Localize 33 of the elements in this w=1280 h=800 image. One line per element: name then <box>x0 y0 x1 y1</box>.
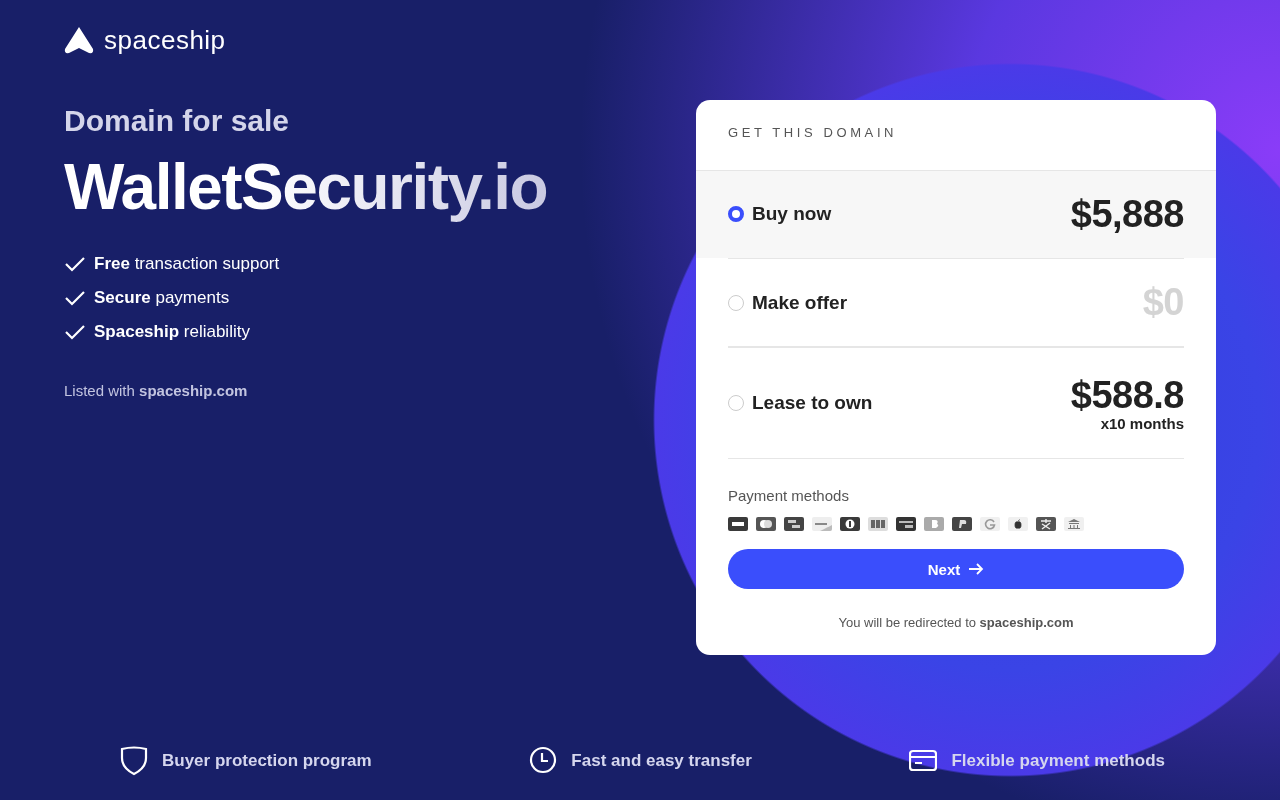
redirect-note: You will be redirected to spaceship.com <box>837 614 1075 632</box>
price-text: $588.8 <box>1070 374 1184 417</box>
eyebrow-heading: Domain for sale <box>64 104 291 138</box>
benefit-text: Secure payments <box>94 288 230 308</box>
check-icon <box>64 256 86 272</box>
benefit-text: Spaceship reliability <box>94 322 250 342</box>
listed-with-text: Listed with spaceship.com <box>64 382 249 399</box>
bitcoin-payment-icon <box>924 517 944 531</box>
check-icon <box>64 324 86 340</box>
feature-text: Buyer protection program <box>162 751 372 771</box>
apple-payment-icon <box>1008 517 1028 531</box>
next-button[interactable]: Next <box>728 549 1184 589</box>
feature-text: Fast and easy transfer <box>571 751 752 771</box>
term-text: x10 months <box>1100 415 1184 432</box>
price-option[interactable]: Buy now $5,888 <box>696 171 1216 258</box>
g-mark-payment-icon <box>980 517 1000 531</box>
check-icon <box>64 290 86 306</box>
feature-text: Flexible payment methods <box>951 751 1165 771</box>
price-text: $5,888 <box>1070 192 1184 236</box>
bank-payment-icon <box>1064 517 1084 531</box>
payment-methods-label: Payment methods <box>728 487 850 504</box>
benefit-text: Free transaction support <box>94 254 280 274</box>
arrow-right-icon <box>968 563 985 575</box>
radio-button[interactable] <box>728 206 744 222</box>
shield-icon <box>120 746 148 776</box>
rocket-logo-icon <box>64 26 94 54</box>
p-mark-payment-icon <box>952 517 972 531</box>
brand-name: spaceship <box>104 24 226 56</box>
price-option[interactable]: Lease to own $588.8 x10 months <box>696 347 1216 459</box>
ring-payment-icon <box>840 517 860 531</box>
two-circles-payment-icon <box>756 517 776 531</box>
glyph-payment-icon <box>1036 517 1056 531</box>
clock-icon <box>529 746 558 776</box>
